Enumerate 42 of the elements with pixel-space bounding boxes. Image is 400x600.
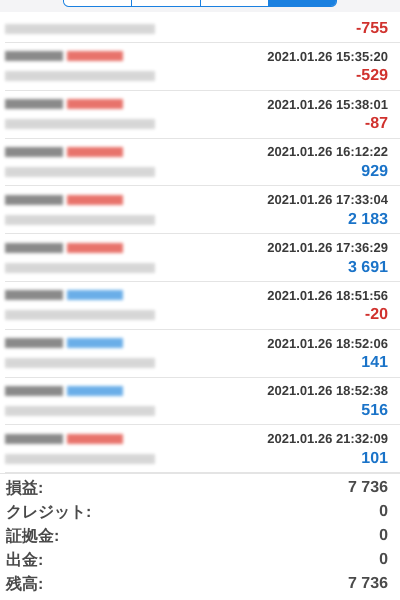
segment-tab[interactable]: [200, 0, 268, 6]
deal-profit: -755: [356, 20, 388, 38]
summary-value: 0: [379, 527, 388, 546]
segment-tab[interactable]: [268, 0, 336, 6]
deal-time: 2021.01.26 15:35:20: [267, 48, 388, 64]
summary-label: 残高:: [6, 574, 44, 595]
deal-time: 2021.01.26 15:38:01: [267, 96, 388, 112]
summary-label: 損益:: [6, 478, 44, 499]
redacted-symbol: [5, 146, 63, 157]
segment-tab[interactable]: [131, 0, 200, 6]
deal-time: 2021.01.26 18:52:38: [267, 383, 388, 398]
redacted-symbol: [5, 194, 63, 205]
summary-label: 出金:: [6, 550, 44, 571]
redacted-symbol: [5, 242, 63, 253]
summary-label: クレジット:: [6, 502, 92, 523]
redacted-symbol: [5, 338, 63, 348]
deal-time: 2021.01.26 21:32:09: [267, 431, 388, 446]
deal-time: 2021.01.26 18:51:56: [267, 288, 388, 303]
deal-profit: 2 183: [348, 210, 388, 229]
deal-time: 2021.01.26 17:33:04: [267, 192, 388, 208]
redacted-symbol: [5, 51, 63, 62]
summary-value: 7 736: [348, 479, 388, 498]
summary-value: 0: [379, 503, 388, 522]
redacted-symbol: [5, 99, 63, 110]
summary-label: 証拠金:: [6, 526, 60, 547]
deal-time: 2021.01.26 17:36:29: [267, 240, 388, 256]
deal-profit: 3 691: [348, 258, 388, 277]
redacted-symbol: [5, 434, 63, 444]
redacted-symbol: [5, 290, 63, 300]
summary-value: 7 736: [348, 575, 388, 594]
deal-profit: 101: [361, 450, 388, 468]
deal-profit: -87: [364, 115, 388, 134]
deal-time: 2021.01.26 16:12:22: [267, 144, 388, 160]
deal-profit: -529: [356, 67, 388, 86]
deal-profit: 141: [361, 354, 388, 372]
segment-tab[interactable]: [64, 0, 132, 6]
deal-profit: 516: [361, 402, 388, 420]
deal-profit: 929: [361, 162, 388, 181]
deal-time: 2021.01.26 18:52:06: [267, 336, 388, 351]
redacted-symbol: [5, 386, 63, 396]
deal-profit: -20: [364, 306, 388, 324]
summary-value: 0: [379, 551, 388, 570]
